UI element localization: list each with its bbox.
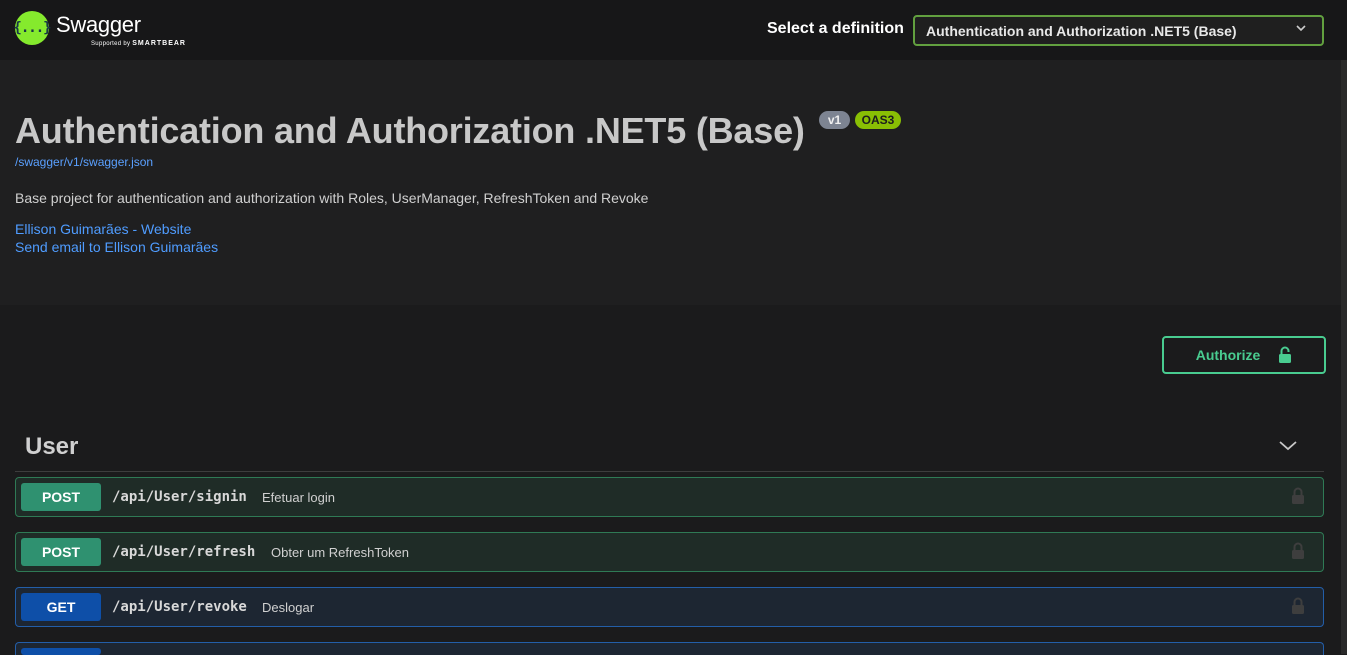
operation-summary: Deslogar [262, 600, 315, 615]
logo-title: Swagger [56, 12, 141, 37]
authorize-button[interactable]: Authorize [1162, 336, 1326, 374]
lock-icon[interactable] [1291, 597, 1305, 615]
operation-post-signin[interactable]: POST /api/User/signin Efetuar login [15, 477, 1324, 517]
contact-email-link[interactable]: Send email to Ellison Guimarães [15, 239, 218, 255]
definition-select[interactable]: Authentication and Authorization .NET5 (… [913, 15, 1324, 46]
logo-subtitle: Supported by SMARTBEAR [91, 40, 186, 47]
unlock-icon [1279, 346, 1292, 363]
operation-summary: Obter um RefreshToken [271, 545, 410, 560]
top-bar: {...} Swagger Supported by SMARTBEAR Sel… [0, 0, 1347, 60]
definition-select-value: Authentication and Authorization .NET5 (… [926, 23, 1237, 39]
swagger-logo[interactable]: {...} Swagger Supported by SMARTBEAR [13, 11, 186, 47]
method-badge: POST [21, 538, 101, 566]
section-title: User [25, 433, 79, 460]
operation-get-revoke[interactable]: GET /api/User/revoke Deslogar [15, 587, 1324, 627]
operation-summary: Efetuar login [262, 490, 335, 505]
lock-icon[interactable] [1291, 542, 1305, 560]
operation-get-partial[interactable] [15, 642, 1324, 655]
scrollbar-track[interactable] [1341, 60, 1347, 654]
version-badge: v1 [819, 111, 850, 129]
operation-path: /api/User/signin [112, 489, 247, 505]
authorize-label: Authorize [1195, 347, 1261, 363]
method-badge: GET [21, 593, 101, 621]
oas-badge: OAS3 [855, 111, 901, 129]
chevron-down-icon[interactable] [1279, 441, 1297, 451]
method-badge: POST [21, 483, 101, 511]
api-title: Authentication and Authorization .NET5 (… [15, 110, 805, 151]
section-user[interactable]: User [15, 405, 1324, 472]
operation-path: /api/User/refresh [112, 544, 256, 560]
definition-label: Select a definition [767, 20, 904, 37]
api-description: Base project for authentication and auth… [15, 190, 649, 206]
spec-url-link[interactable]: /swagger/v1/swagger.json [15, 155, 153, 169]
chevron-down-icon [1296, 25, 1306, 32]
operation-post-refresh[interactable]: POST /api/User/refresh Obter um RefreshT… [15, 532, 1324, 572]
swagger-logo-icon: {...} [13, 11, 52, 45]
contact-website-link[interactable]: Ellison Guimarães - Website [15, 221, 191, 237]
info-panel [0, 60, 1341, 305]
operation-path: /api/User/revoke [112, 599, 247, 615]
lock-icon[interactable] [1291, 487, 1305, 505]
